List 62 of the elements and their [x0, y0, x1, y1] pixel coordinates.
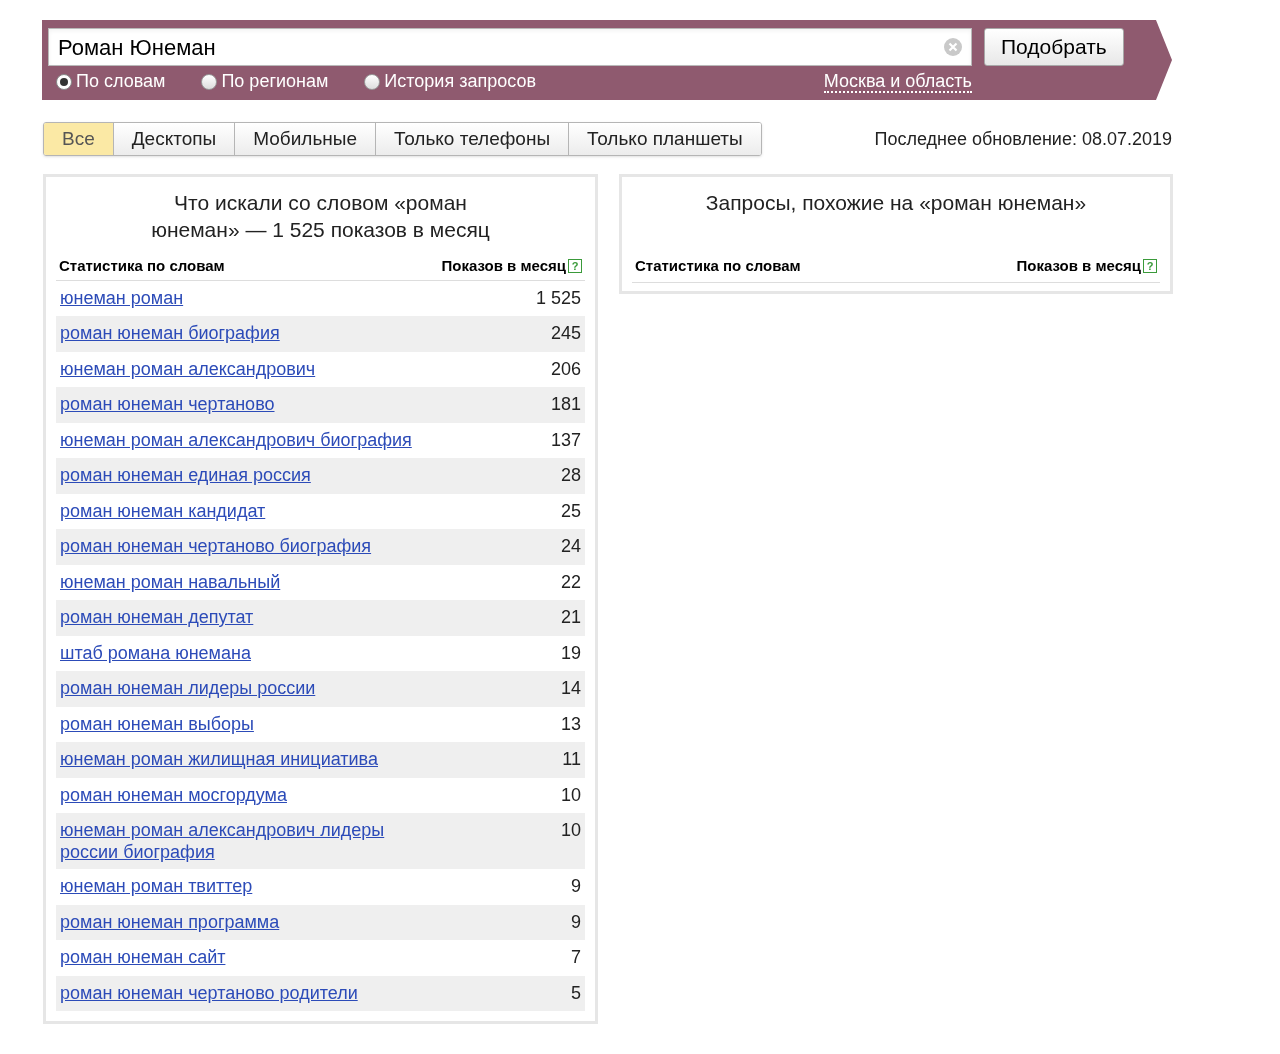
- radio-label[interactable]: По словам: [76, 68, 166, 95]
- phrase-link[interactable]: роман юнеман кандидат: [60, 499, 420, 522]
- panel-title: Запросы, похожие на «роман юнеман»: [704, 190, 1088, 216]
- phrase-link[interactable]: роман юнеман депутат: [60, 606, 420, 628]
- phrase-link[interactable]: роман юнеман сайт: [60, 946, 420, 968]
- count-text: 10: [560, 819, 581, 841]
- device-tab[interactable]: Десктопы: [112, 123, 235, 155]
- panel-title: Что искали со словом «роман юнеман» — 1 525 показов в месяц: [150, 190, 491, 243]
- count-text: 1 525: [535, 286, 581, 309]
- search-button[interactable]: Подобрать: [984, 28, 1124, 66]
- phrase-link[interactable]: роман юнеман чертаново: [60, 393, 420, 415]
- column-header: Показов в месяц: [441, 256, 566, 276]
- count-text: 5: [571, 981, 581, 1004]
- column-header: Статистика по словам: [59, 256, 225, 276]
- column-header: Статистика по словам: [635, 256, 801, 276]
- help-icon[interactable]: ?: [1143, 259, 1157, 274]
- radio-button[interactable]: [364, 73, 381, 90]
- phrase-link[interactable]: юнеман роман: [60, 286, 420, 309]
- radio-button[interactable]: [201, 73, 218, 90]
- count-text: 22: [560, 570, 581, 593]
- phrase-link[interactable]: юнеман роман жилищная инициатива: [60, 748, 420, 770]
- phrase-link[interactable]: роман юнеман мосгордума: [60, 783, 420, 806]
- help-icon[interactable]: ?: [568, 259, 582, 274]
- count-text: 9: [571, 910, 581, 933]
- device-tab[interactable]: Только телефоны: [375, 123, 569, 155]
- radio-button[interactable]: [56, 73, 72, 90]
- count-text: 19: [560, 641, 581, 664]
- count-text: 245: [550, 322, 581, 344]
- count-text: 7: [571, 946, 581, 968]
- count-text: 206: [550, 357, 581, 380]
- count-text: 25: [560, 499, 581, 522]
- last-update-text: Последнее обновление: 08.07.2019: [874, 127, 1172, 151]
- phrase-link[interactable]: роман юнеман выборы: [60, 712, 420, 735]
- count-text: 28: [560, 464, 581, 486]
- count-text: 10: [560, 783, 581, 806]
- phrase-link[interactable]: юнеман роман александрович: [60, 357, 420, 380]
- phrase-link[interactable]: роман юнеман лидеры россии: [60, 677, 420, 699]
- phrase-link[interactable]: юнеман роман навальный: [60, 570, 420, 593]
- phrase-link[interactable]: юнеман роман александрович лидеры россии биография: [60, 819, 420, 863]
- radio-label[interactable]: По регионам: [221, 68, 329, 95]
- phrase-link[interactable]: юнеман роман александрович биография: [60, 428, 420, 451]
- phrase-link[interactable]: штаб романа юнемана: [60, 641, 420, 664]
- phrase-link[interactable]: роман юнеман чертаново биография: [60, 535, 420, 557]
- phrase-link[interactable]: роман юнеман программа: [60, 910, 420, 933]
- radio-label[interactable]: История запросов: [384, 68, 536, 95]
- count-text: 9: [571, 875, 581, 897]
- phrase-link[interactable]: роман юнеман биография: [60, 322, 420, 344]
- count-text: 181: [550, 393, 581, 415]
- column-header: Показов в месяц: [1016, 256, 1141, 276]
- count-text: 14: [560, 677, 581, 699]
- device-tab[interactable]: Все: [44, 123, 113, 155]
- count-text: 24: [560, 535, 581, 557]
- count-text: 13: [560, 712, 581, 735]
- phrase-link[interactable]: юнеман роман твиттер: [60, 875, 420, 897]
- phrase-link[interactable]: роман юнеман единая россия: [60, 464, 420, 486]
- region-link[interactable]: Москва и область: [823, 70, 972, 93]
- device-tab[interactable]: Только планшеты: [568, 123, 761, 155]
- phrase-link[interactable]: роман юнеман чертаново родители: [60, 981, 420, 1004]
- device-tab[interactable]: Мобильные: [234, 123, 376, 155]
- count-text: 11: [562, 748, 581, 770]
- count-text: 137: [550, 428, 581, 451]
- count-text: 21: [560, 606, 581, 628]
